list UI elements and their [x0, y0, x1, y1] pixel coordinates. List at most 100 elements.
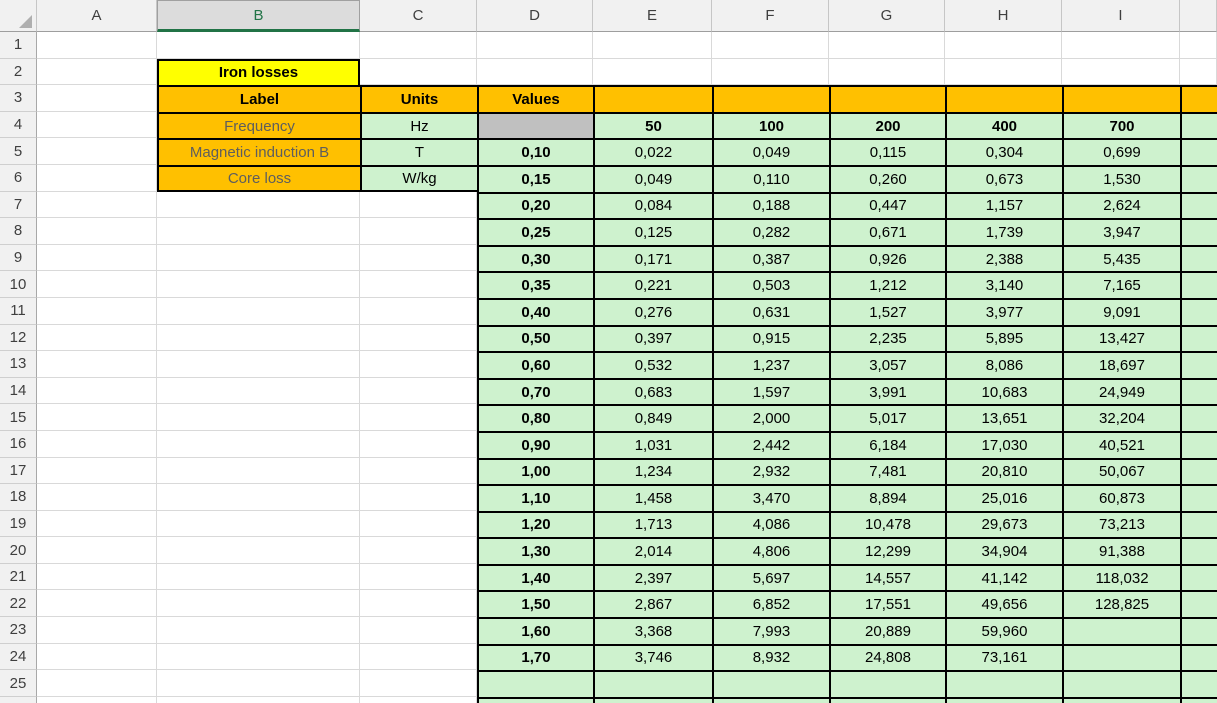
cell-B12[interactable]: [157, 325, 360, 352]
column-header-C[interactable]: C: [360, 0, 477, 32]
cell-D16[interactable]: 0,90: [477, 431, 593, 458]
cell-D6[interactable]: 0,15: [477, 165, 593, 192]
cell-D20[interactable]: 1,30: [477, 537, 593, 564]
cell-C17[interactable]: [360, 458, 477, 485]
cell-D17[interactable]: 1,00: [477, 458, 593, 485]
cell-E22[interactable]: 2,867: [593, 590, 712, 617]
cell-I23[interactable]: [1062, 617, 1180, 644]
cell-J14[interactable]: [1180, 378, 1217, 405]
cell-D24[interactable]: 1,70: [477, 644, 593, 671]
cell-E15[interactable]: 0,849: [593, 404, 712, 431]
cell-A11[interactable]: [37, 298, 157, 325]
cell-F14[interactable]: 1,597: [712, 378, 829, 405]
cell-A9[interactable]: [37, 245, 157, 272]
cell-H16[interactable]: 17,030: [945, 431, 1062, 458]
cell-E13[interactable]: 0,532: [593, 351, 712, 378]
cell-C1[interactable]: [360, 32, 477, 59]
cell-F9[interactable]: 0,387: [712, 245, 829, 272]
cell-E17[interactable]: 1,234: [593, 458, 712, 485]
cell-B5[interactable]: Magnetic induction B: [157, 138, 360, 165]
cell-H20[interactable]: 34,904: [945, 537, 1062, 564]
cell-E25[interactable]: [593, 670, 712, 697]
row-header-15[interactable]: 15: [0, 404, 37, 431]
cell-B13[interactable]: [157, 351, 360, 378]
cell-J18[interactable]: [1180, 484, 1217, 511]
cell-B1[interactable]: [157, 32, 360, 59]
cell-H7[interactable]: 1,157: [945, 192, 1062, 219]
cell-F11[interactable]: 0,631: [712, 298, 829, 325]
cell-B14[interactable]: [157, 378, 360, 405]
cell-J20[interactable]: [1180, 537, 1217, 564]
row-header-1[interactable]: 1: [0, 32, 37, 59]
cell-C24[interactable]: [360, 644, 477, 671]
cell-B6[interactable]: Core loss: [157, 165, 360, 192]
cell-F2[interactable]: [712, 59, 829, 86]
row-header-21[interactable]: 21: [0, 564, 37, 591]
cell-F12[interactable]: 0,915: [712, 325, 829, 352]
cell-G3[interactable]: [829, 85, 945, 112]
cell-F19[interactable]: 4,086: [712, 511, 829, 538]
cell-G22[interactable]: 17,551: [829, 590, 945, 617]
cell-B4[interactable]: Frequency: [157, 112, 360, 139]
cell-H13[interactable]: 8,086: [945, 351, 1062, 378]
cell-E21[interactable]: 2,397: [593, 564, 712, 591]
cell-C4[interactable]: Hz: [360, 112, 477, 139]
cell-C10[interactable]: [360, 271, 477, 298]
cell-E18[interactable]: 1,458: [593, 484, 712, 511]
row-header-11[interactable]: 11: [0, 298, 37, 325]
cell-A21[interactable]: [37, 564, 157, 591]
row-header-16[interactable]: 16: [0, 431, 37, 458]
cell-H21[interactable]: 41,142: [945, 564, 1062, 591]
cell-C25[interactable]: [360, 670, 477, 697]
cell-G12[interactable]: 2,235: [829, 325, 945, 352]
cell-D15[interactable]: 0,80: [477, 404, 593, 431]
cell-A23[interactable]: [37, 617, 157, 644]
row-header-3[interactable]: 3: [0, 85, 37, 112]
cell-E11[interactable]: 0,276: [593, 298, 712, 325]
cell-A5[interactable]: [37, 138, 157, 165]
cell-E12[interactable]: 0,397: [593, 325, 712, 352]
cell-J25[interactable]: [1180, 670, 1217, 697]
cell-H6[interactable]: 0,673: [945, 165, 1062, 192]
cell-A15[interactable]: [37, 404, 157, 431]
cell-C12[interactable]: [360, 325, 477, 352]
cell-I1[interactable]: [1062, 32, 1180, 59]
cell-E23[interactable]: 3,368: [593, 617, 712, 644]
cell-B18[interactable]: [157, 484, 360, 511]
cell-J13[interactable]: [1180, 351, 1217, 378]
cell-J19[interactable]: [1180, 511, 1217, 538]
cell-F7[interactable]: 0,188: [712, 192, 829, 219]
cell-J11[interactable]: [1180, 298, 1217, 325]
cell-D5[interactable]: 0,10: [477, 138, 593, 165]
cell-A7[interactable]: [37, 192, 157, 219]
cell-H9[interactable]: 2,388: [945, 245, 1062, 272]
cell-G5[interactable]: 0,115: [829, 138, 945, 165]
cell-J6[interactable]: [1180, 165, 1217, 192]
cell-H24[interactable]: 73,161: [945, 644, 1062, 671]
cell-F26[interactable]: [712, 697, 829, 703]
cell-B20[interactable]: [157, 537, 360, 564]
cell-H12[interactable]: 5,895: [945, 325, 1062, 352]
cell-C21[interactable]: [360, 564, 477, 591]
cell-B7[interactable]: [157, 192, 360, 219]
cell-F18[interactable]: 3,470: [712, 484, 829, 511]
cell-J2[interactable]: [1180, 59, 1217, 86]
cell-C9[interactable]: [360, 245, 477, 272]
cell-H14[interactable]: 10,683: [945, 378, 1062, 405]
cell-A13[interactable]: [37, 351, 157, 378]
cell-H26[interactable]: [945, 697, 1062, 703]
column-header-A[interactable]: A: [37, 0, 157, 32]
column-header-F[interactable]: F: [712, 0, 829, 32]
cell-I22[interactable]: 128,825: [1062, 590, 1180, 617]
cell-E20[interactable]: 2,014: [593, 537, 712, 564]
cell-H18[interactable]: 25,016: [945, 484, 1062, 511]
cell-G2[interactable]: [829, 59, 945, 86]
cell-G16[interactable]: 6,184: [829, 431, 945, 458]
cell-G4[interactable]: 200: [829, 112, 945, 139]
row-header-22[interactable]: 22: [0, 590, 37, 617]
cell-D19[interactable]: 1,20: [477, 511, 593, 538]
cell-H15[interactable]: 13,651: [945, 404, 1062, 431]
cell-A20[interactable]: [37, 537, 157, 564]
cell-D9[interactable]: 0,30: [477, 245, 593, 272]
cell-A4[interactable]: [37, 112, 157, 139]
